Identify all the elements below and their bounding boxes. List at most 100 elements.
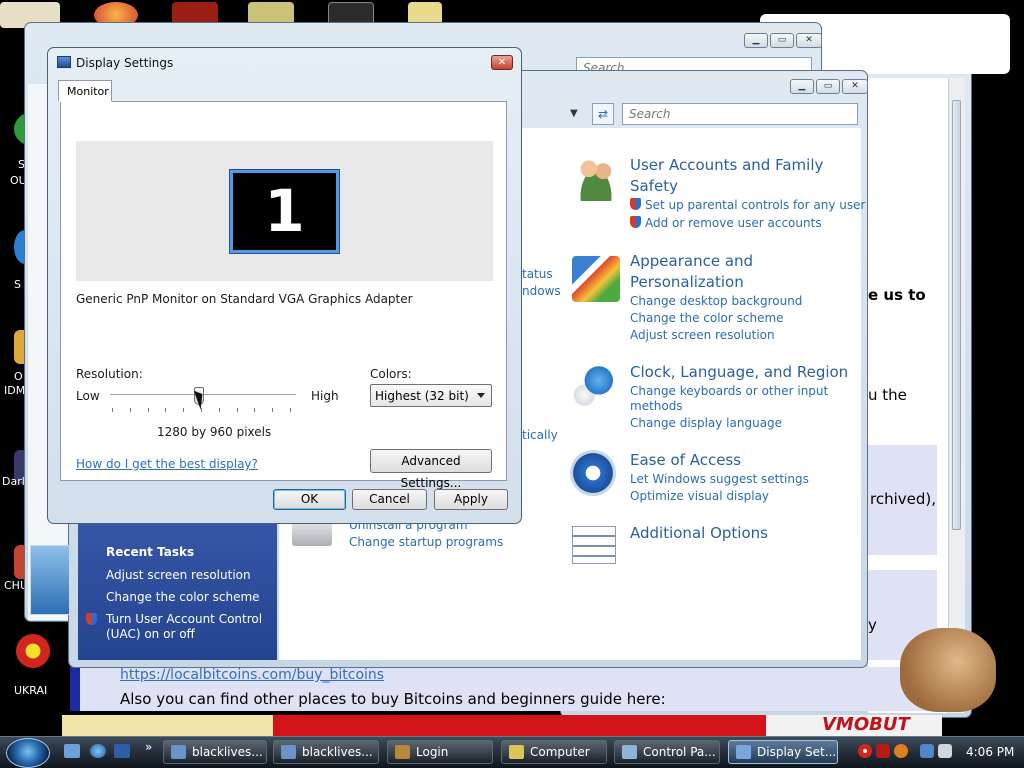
optimize-visual-display-link[interactable]: Optimize visual display [630, 489, 769, 503]
maximize-icon[interactable]: ▭ [770, 33, 794, 48]
additional-options-title[interactable]: Additional Options [630, 523, 768, 544]
tray-icon[interactable] [876, 744, 890, 758]
scrollbar-thumb[interactable] [952, 100, 961, 530]
desktop-icon-label: UKRAI [14, 684, 48, 697]
page-text-fragment: y [868, 616, 877, 634]
minimize-icon[interactable]: ▁ [744, 33, 768, 48]
uac-shield-icon [630, 216, 641, 228]
taskbar-item[interactable]: Computer [501, 740, 607, 764]
taskbar-item-label: blacklives... [192, 745, 263, 759]
add-remove-accounts-link[interactable]: Add or remove user accounts [630, 216, 822, 230]
apply-button[interactable]: Apply [434, 489, 508, 510]
start-button[interactable] [6, 738, 50, 768]
windows-suggest-settings-link[interactable]: Let Windows suggest settings [630, 472, 809, 486]
monitor-1-preview[interactable]: 1 [229, 169, 340, 254]
adjust-screen-resolution-link[interactable]: Adjust screen resolution [630, 328, 775, 342]
media-icon[interactable] [30, 545, 70, 615]
quicklaunch-icon[interactable] [114, 744, 130, 758]
parental-controls-link[interactable]: Set up parental controls for any user [630, 198, 865, 212]
close-icon[interactable]: ✕ [796, 33, 822, 48]
slider-tick [165, 408, 167, 412]
desktop-icon-label: Darl [2, 475, 25, 488]
tray-icon[interactable] [894, 744, 908, 758]
banner-text: VMOBUT [822, 714, 910, 735]
appearance-icon[interactable] [572, 256, 620, 302]
dialog-title: Display Settings [76, 56, 174, 70]
partial-link[interactable]: tatus [522, 267, 553, 281]
security-alert-icon[interactable] [858, 744, 872, 758]
taskbar-item[interactable]: Login [387, 740, 493, 764]
minimize-icon[interactable]: ▁ [790, 79, 814, 94]
partial-link[interactable]: tically [522, 428, 558, 442]
tab-monitor-label[interactable]: Monitor [58, 80, 112, 102]
slider-tick [254, 408, 256, 412]
taskbar-item-label: Computer [530, 745, 590, 759]
advanced-settings-button[interactable]: Advanced Settings... [370, 449, 492, 490]
change-keyboards-link[interactable]: Change keyboards or other input methods [630, 384, 830, 414]
change-startup-programs-link[interactable]: Change startup programs [349, 535, 503, 549]
address-dropdown-icon[interactable]: ▼ [570, 103, 588, 125]
slider-tick [218, 408, 220, 412]
slider-tick [290, 408, 291, 412]
uac-shield-icon [630, 198, 641, 210]
resolution-high-label: High [311, 389, 339, 403]
ok-button[interactable]: OK [273, 489, 346, 510]
user-accounts-icon[interactable] [572, 155, 620, 201]
colors-label: Colors: [370, 367, 412, 381]
slider-tick [147, 408, 149, 412]
cancel-button[interactable]: Cancel [352, 489, 427, 510]
taskbar-app-icon [171, 745, 186, 759]
recent-task-color-scheme[interactable]: Change the color scheme [106, 590, 260, 604]
taskbar-item[interactable]: blacklives... [273, 740, 379, 764]
colors-select[interactable]: Highest (32 bit) [370, 384, 492, 407]
taskbar-app-icon [395, 745, 410, 759]
slider-tick [183, 408, 185, 412]
partial-link[interactable]: ndows [522, 284, 561, 298]
slider-tick [272, 408, 274, 412]
resolution-value: 1280 by 960 pixels [157, 425, 272, 439]
refresh-icon[interactable]: ⇄ [592, 103, 614, 125]
taskbar-item[interactable]: blacklives... [163, 740, 267, 764]
change-display-language-link[interactable]: Change display language [630, 416, 782, 430]
page-text-fragment: u the [868, 386, 907, 404]
page-bottom-text: Also you can find other places to buy Bi… [120, 690, 666, 708]
change-desktop-background-link[interactable]: Change desktop background [630, 294, 802, 308]
maximize-icon[interactable]: ▭ [816, 79, 840, 94]
desktop-icon-label: IDM [4, 384, 26, 397]
appearance-title[interactable]: Appearance and Personalization [630, 251, 830, 293]
clock-globe-icon[interactable] [570, 362, 618, 408]
hamster-image [900, 628, 996, 712]
desktop-icon-label: O [14, 370, 23, 383]
link-text: Add or remove user accounts [645, 216, 822, 230]
control-panel-window-controls: ▁ ▭ ✕ [790, 79, 868, 94]
radiation-icon[interactable] [16, 634, 50, 668]
quicklaunch-icon[interactable] [64, 744, 80, 758]
recent-task-adjust-resolution[interactable]: Adjust screen resolution [106, 568, 251, 582]
quicklaunch-icon[interactable] [90, 744, 106, 758]
close-icon[interactable]: ✕ [842, 79, 868, 94]
computer-window-controls: ▁ ▭ ✕ [744, 33, 822, 48]
ease-of-access-title[interactable]: Ease of Access [630, 450, 741, 471]
slider-tick [236, 408, 238, 412]
control-panel-search-input[interactable]: Search [622, 103, 858, 125]
user-accounts-title[interactable]: User Accounts and Family Safety [630, 155, 850, 197]
recent-task-uac[interactable]: Turn User Account Control (UAC) on or of… [106, 612, 266, 642]
clock[interactable]: 4:06 PM [966, 745, 1014, 759]
clock-language-region-title[interactable]: Clock, Language, and Region [630, 362, 860, 383]
quicklaunch-expand-icon[interactable]: » [145, 740, 152, 754]
best-display-help-link[interactable]: How do I get the best display? [76, 457, 258, 471]
ease-of-access-icon[interactable] [570, 450, 616, 496]
change-color-scheme-link[interactable]: Change the color scheme [630, 311, 784, 325]
taskbar-item-label: Login [416, 745, 449, 759]
taskbar-app-icon [736, 745, 751, 759]
taskbar-item[interactable]: Display Set... [728, 740, 838, 764]
network-icon[interactable] [920, 744, 934, 758]
bitcoin-link[interactable]: https://localbitcoins.com/buy_bitcoins [120, 667, 384, 683]
page-text-fragment: rchived), [870, 490, 937, 508]
close-icon[interactable]: ✕ [491, 55, 513, 70]
taskbar-item[interactable]: Control Pa... [614, 740, 720, 764]
recent-tasks-heading: Recent Tasks [106, 545, 195, 559]
volume-icon[interactable] [938, 744, 952, 758]
taskbar-item-label: blacklives... [302, 745, 373, 759]
additional-options-icon[interactable] [572, 526, 616, 564]
